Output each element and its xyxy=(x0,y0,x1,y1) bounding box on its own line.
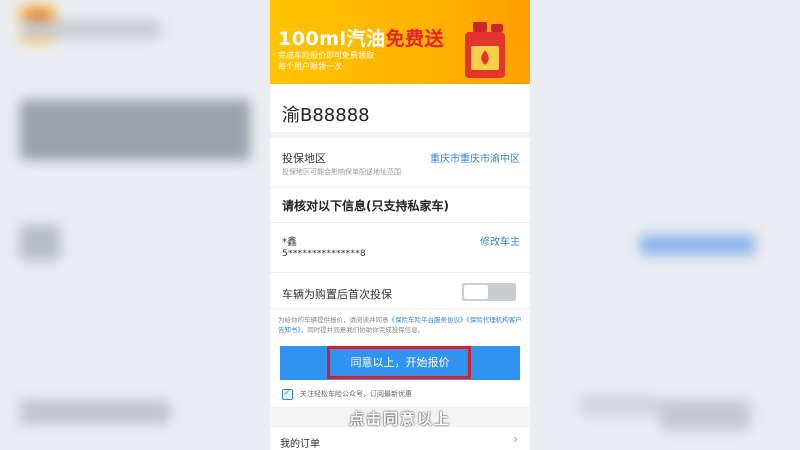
service-agreement-link[interactable]: 《保险车险平台服务协议》 xyxy=(389,316,467,324)
banner-line-1: 完成车险报价即可免费领取 xyxy=(278,51,374,60)
region-label: 投保地区 xyxy=(282,152,326,165)
my-orders-item[interactable]: 我的订单 xyxy=(280,435,320,450)
divider xyxy=(270,187,530,188)
owner-id-number: 5***************8 xyxy=(282,249,367,259)
section-divider xyxy=(270,132,530,138)
region-selector[interactable]: 重庆市重庆市渝中区 xyxy=(430,150,520,165)
agreement-notice: 为给你的车辆提供报价，请阅读并同意《保险车险平台服务协议》《保险代理机构客户告知… xyxy=(278,316,522,334)
promo-banner[interactable]: 100ml汽油免费送 完成车险报价即可免费领取 每个用户限领一次 xyxy=(270,0,530,84)
toggle-knob xyxy=(464,285,488,299)
follow-checkbox-label: 关注轻松车险公众号，订阅最新优惠 xyxy=(300,390,412,398)
first-purchase-label: 车辆为购置后首次投保 xyxy=(282,288,392,301)
mobile-screen: 100ml汽油免费送 完成车险报价即可免费领取 每个用户限领一次 渝B88888… xyxy=(270,0,530,450)
first-purchase-toggle[interactable] xyxy=(462,283,516,301)
check-icon: ✓ xyxy=(284,388,291,397)
chevron-right-icon: › xyxy=(513,432,518,446)
follow-checkbox[interactable]: ✓ xyxy=(282,388,293,400)
highlight-box xyxy=(327,346,471,379)
owner-name-label: *鑫 xyxy=(282,237,297,248)
divider xyxy=(270,272,530,273)
video-subtitle: 点击同意以上 xyxy=(348,410,451,428)
fuel-can-icon xyxy=(465,22,505,78)
banner-title: 100ml汽油免费送 xyxy=(278,28,444,50)
verify-section-title: 请核对以下信息(只支持私家车) xyxy=(282,199,449,213)
divider xyxy=(270,222,530,223)
divider xyxy=(270,308,530,309)
license-plate: 渝B88888 xyxy=(282,105,370,126)
edit-owner-link[interactable]: 修改车主 xyxy=(480,233,520,248)
banner-line-2: 每个用户限领一次 xyxy=(278,62,342,71)
region-hint: 投保地区可能会影响保单配送地址范围 xyxy=(282,168,401,176)
